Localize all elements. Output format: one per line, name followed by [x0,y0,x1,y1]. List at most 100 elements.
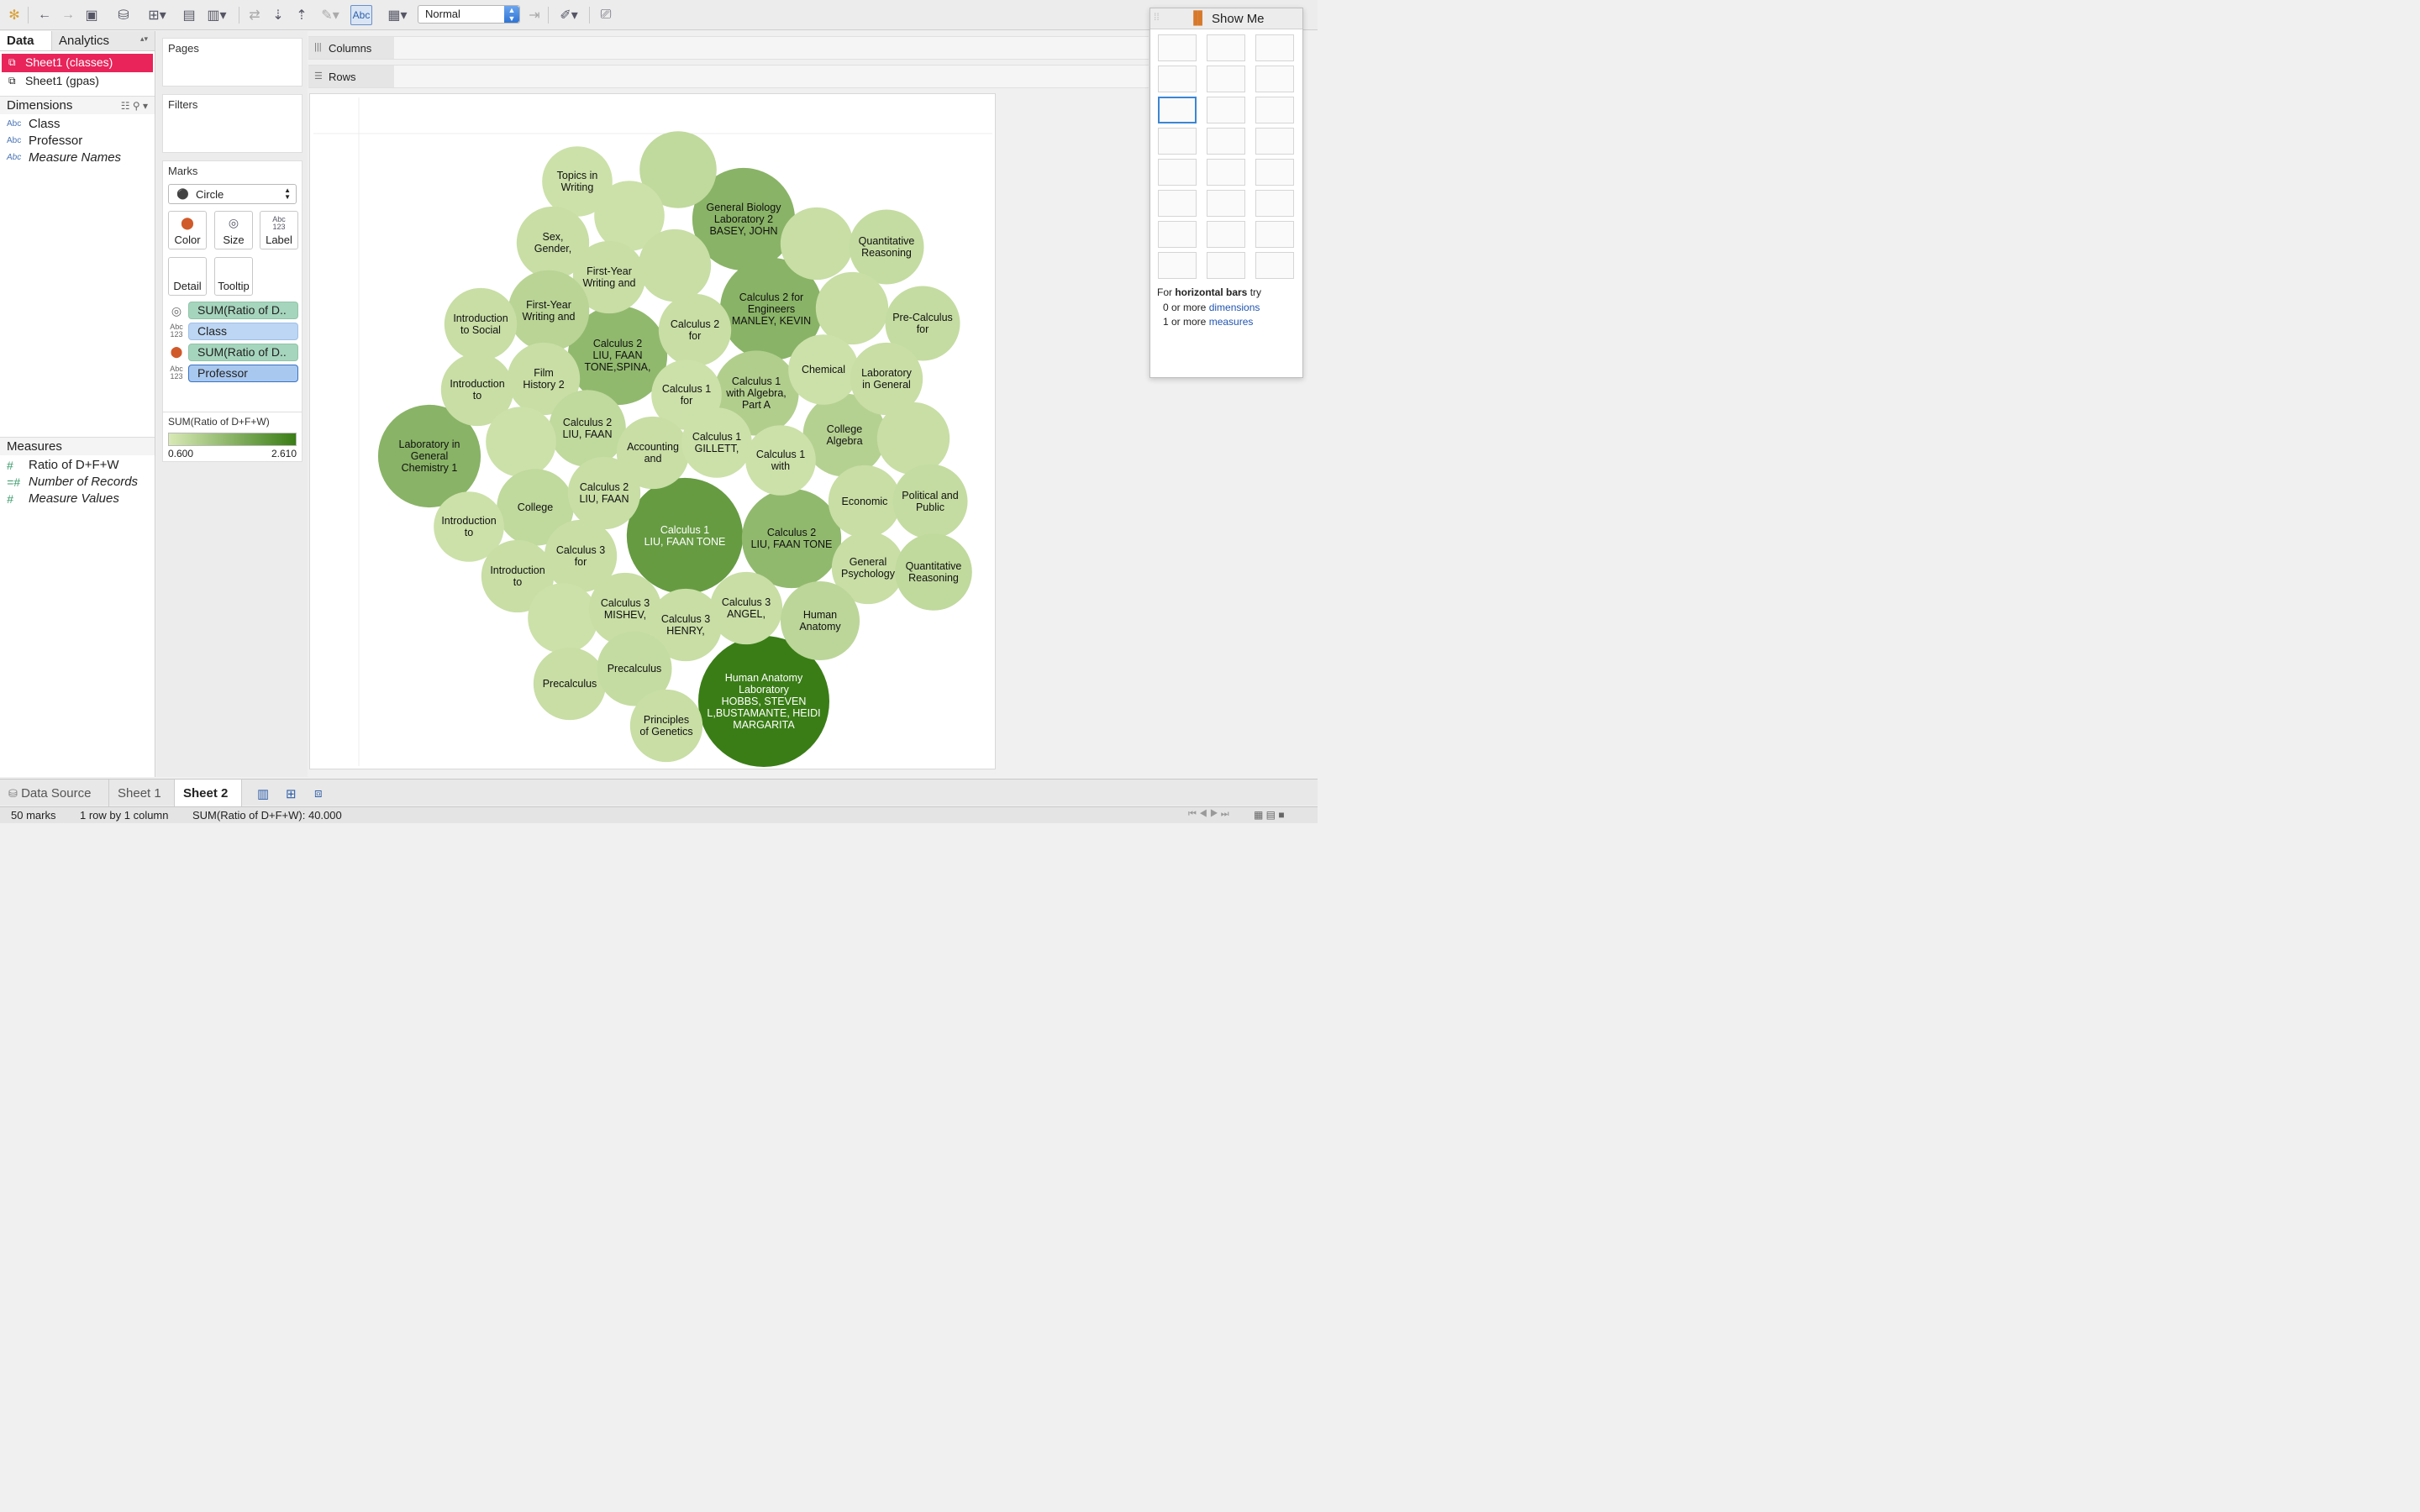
bubble-mark[interactable]: Political and Public [892,464,968,539]
circle-views-chart-icon[interactable] [1207,128,1245,155]
packed-bubbles-chart-icon[interactable] [1255,252,1294,279]
horizontal-bars-chart-icon[interactable] [1158,97,1197,123]
continuous-lines-chart-icon[interactable] [1158,159,1197,186]
bubble-mark[interactable]: Precalculus [533,647,607,721]
drag-handle-icon[interactable]: ⁞⁞ [1154,11,1160,23]
side-by-side-bars-chart-icon[interactable] [1255,97,1294,123]
label-pill-selected[interactable]: Professor [188,365,298,382]
annotate-icon[interactable]: ✐▾ [555,5,583,25]
bubble-circle[interactable] [780,207,854,281]
bubble-mark[interactable] [486,407,556,477]
tab-data-source[interactable]: ⛁ Data Source [0,780,109,806]
stacked-bars-chart-icon[interactable] [1207,97,1245,123]
sort-ascending-icon[interactable]: ⇣ [269,5,287,25]
bubble-mark[interactable] [528,583,598,654]
bubble-mark[interactable] [876,402,950,475]
color-pill[interactable]: SUM(Ratio of D.. [188,344,298,361]
new-data-source-icon[interactable]: ⛁ [114,5,133,25]
bubble-mark[interactable]: Quantitative Reasoning [895,533,972,611]
tableau-logo-icon[interactable]: ✻ [5,5,24,25]
pane-menu-icon[interactable]: ▴▾ [140,34,148,44]
pages-card[interactable]: Pages [162,38,302,87]
fit-dropdown[interactable]: Normal ▲ ▼ [418,5,520,24]
bubble-circle[interactable] [528,583,598,654]
bubble-mark[interactable]: Introduction to Social [444,287,518,361]
bubble-mark[interactable]: Calculus 2 for [658,293,732,367]
dual-combination-chart-icon[interactable] [1255,190,1294,217]
dimension-field[interactable]: Abc Measure Names [0,150,155,166]
heat-map-chart-icon[interactable] [1207,34,1245,61]
text-table-chart-icon[interactable] [1158,34,1197,61]
redo-icon[interactable]: → [59,5,77,25]
measure-field[interactable]: =# Number of Records [0,474,155,491]
bubble-mark[interactable]: Calculus 1 LIU, FAAN TONE [626,477,744,595]
highlight-table-chart-icon[interactable] [1255,34,1294,61]
data-source-item[interactable]: ⧉ Sheet1 (gpas) [2,72,153,91]
rows-shelf[interactable]: ☰ Rows [308,65,1149,88]
dimension-tools-icon[interactable]: ☷ ⚲ ▾ [121,97,148,115]
label-button[interactable]: Abc 123 Label [260,211,298,249]
bubble-mark[interactable] [638,228,712,302]
symbol-map-chart-icon[interactable] [1158,66,1197,92]
new-story-tab-icon[interactable]: ⧈ [306,780,331,806]
data-source-item[interactable]: ⧉ Sheet1 (classes) [2,54,153,72]
view-toggle-icon[interactable]: ▦ ▤ ■ [1254,809,1285,821]
bubble-mark[interactable]: Principles of Genetics [629,689,703,763]
bubble-mark[interactable]: First-Year Writing and [508,270,590,352]
color-button[interactable]: ⬤ Color [168,211,207,249]
presentation-mode-icon[interactable]: ⎚ [597,5,615,25]
tooltip-button[interactable]: Tooltip [214,257,253,296]
color-legend-card[interactable]: SUM(Ratio of D+F+W) 0.600 2.610 [162,412,302,462]
columns-shelf[interactable]: ||| Columns [308,36,1149,60]
save-icon[interactable]: ▣ [82,5,101,25]
filters-card[interactable]: Filters [162,94,302,153]
bubble-mark[interactable]: Calculus 3 ANGEL, [709,571,783,645]
new-dashboard-tab-icon[interactable]: ⊞ [277,780,305,806]
new-worksheet-tab-icon[interactable]: ▥ [249,780,277,806]
size-button[interactable]: ◎ Size [214,211,253,249]
mark-type-dropdown[interactable]: ⚫ Circle ▲ ▼ [168,184,297,204]
show-me-header[interactable]: ⁞⁞ ▐▌ Show Me [1150,8,1302,29]
new-worksheet-icon[interactable]: ⊞▾ [143,5,171,25]
bubble-mark[interactable]: Calculus 2 LIU, FAAN [567,456,641,530]
tab-sheet-1[interactable]: Sheet 1 [109,780,175,806]
detail-button[interactable]: Detail [168,257,207,296]
show-mark-labels-button[interactable]: Abc [350,5,372,25]
bubble-mark[interactable] [815,271,889,345]
bubble-mark[interactable]: Calculus 2 LIU, FAAN TONE [741,488,842,589]
bullet-graph-chart-icon[interactable] [1207,252,1245,279]
dimension-field[interactable]: Abc Class [0,116,155,133]
duplicate-sheet-icon[interactable]: ▤ [180,5,198,25]
bubble-circle[interactable] [815,271,889,345]
measure-field[interactable]: # Ratio of D+F+W [0,457,155,474]
bubble-circle[interactable] [486,407,556,477]
sort-descending-icon[interactable]: ⇡ [292,5,311,25]
tab-analytics[interactable]: Analytics ▴▾ [52,31,155,50]
bubble-circle[interactable] [638,228,712,302]
bubble-mark[interactable]: Chemical [788,334,859,405]
pin-icon[interactable]: ⇥ [526,5,543,25]
tab-sheet-2[interactable]: Sheet 2 [175,780,242,806]
undo-icon[interactable]: ← [35,5,54,25]
measure-field[interactable]: # Measure Values [0,491,155,507]
dimension-field[interactable]: Abc Professor [0,133,155,150]
bubble-mark[interactable] [780,207,854,281]
bubble-mark[interactable]: Calculus 2 LIU, FAAN [549,390,626,467]
sheet-nav-icon[interactable]: ⏮ ◀ ▶ ⏭ [1188,809,1229,820]
size-pill[interactable]: SUM(Ratio of D.. [188,302,298,319]
clear-sheet-icon[interactable]: ▥▾ [202,5,232,25]
area-discrete-chart-icon[interactable] [1207,190,1245,217]
pie-chart-icon[interactable] [1255,66,1294,92]
bubble-circle[interactable] [876,402,950,475]
area-continuous-chart-icon[interactable] [1158,190,1197,217]
highlight-icon[interactable]: ✎▾ [316,5,345,25]
scatter-plot-chart-icon[interactable] [1158,221,1197,248]
gantt-chart-icon[interactable] [1158,252,1197,279]
filled-map-chart-icon[interactable] [1207,66,1245,92]
swap-rows-columns-icon[interactable]: ⇄ [245,5,264,25]
bubble-mark[interactable]: Calculus 1 with [745,425,816,496]
histogram-chart-icon[interactable] [1207,221,1245,248]
treemap-chart-icon[interactable] [1158,128,1197,155]
tab-data[interactable]: Data [0,31,52,50]
fix-axes-icon[interactable]: ▦▾ [382,5,413,25]
